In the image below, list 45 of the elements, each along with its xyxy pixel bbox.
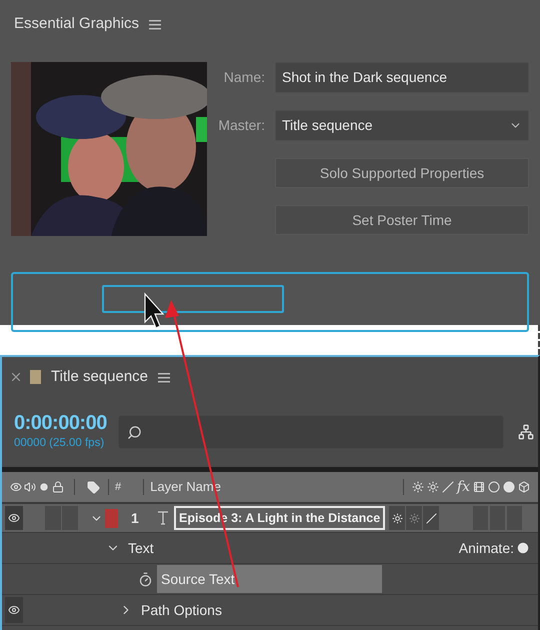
- label-icon: [87, 480, 100, 494]
- layer-number: 1: [131, 508, 140, 528]
- column-header: fx: [456, 478, 470, 496]
- sun-icon: [408, 512, 420, 524]
- column-header: #: [115, 480, 122, 495]
- tab-title[interactable]: Title sequence: [51, 366, 148, 388]
- visibility-toggle[interactable]: [5, 597, 23, 623]
- drop-target-field[interactable]: [102, 285, 284, 313]
- property-name[interactable]: Source Text: [157, 565, 382, 593]
- timecode[interactable]: 0:00:00:00: [14, 411, 118, 436]
- property-group-label[interactable]: Path Options: [141, 600, 222, 620]
- quality-switch[interactable]: [423, 506, 440, 530]
- field-label: Name:: [222, 68, 265, 87]
- search-field[interactable]: [118, 415, 504, 449]
- dot-icon: [40, 483, 48, 491]
- composition-icon: [30, 370, 41, 384]
- panel-button[interactable]: Solo Supported Properties: [275, 158, 529, 188]
- drop-zone[interactable]: [11, 272, 529, 332]
- panel-button[interactable]: Set Poster Time: [275, 205, 529, 235]
- sun-icon: [392, 512, 403, 524]
- lock-icon: [52, 481, 64, 493]
- name-field[interactable]: Shot in the Dark sequence: [275, 62, 529, 93]
- eye-icon: [8, 512, 20, 524]
- frame-info: 00000 (25.00 fps): [14, 436, 106, 452]
- label-color-swatch[interactable]: [105, 508, 118, 528]
- master-dropdown[interactable]: Title sequence: [275, 110, 529, 141]
- eye-icon: [10, 481, 22, 493]
- flowchart-icon[interactable]: [518, 424, 534, 440]
- menu-icon[interactable]: [158, 372, 170, 382]
- animate-label: Animate:: [458, 538, 514, 558]
- visibility-toggle[interactable]: [5, 506, 23, 530]
- speaker-icon: [24, 481, 36, 493]
- cube-icon: [518, 481, 530, 493]
- text-layer-icon: [157, 511, 169, 525]
- close-icon[interactable]: [12, 373, 20, 381]
- panel-title: Essential Graphics: [14, 14, 140, 34]
- field-label: Master:: [217, 116, 265, 135]
- property-group-label[interactable]: Text: [128, 538, 154, 558]
- shy-switch[interactable]: [389, 506, 406, 530]
- collapse-switch[interactable]: [406, 506, 422, 530]
- eye-icon: [8, 604, 20, 616]
- slash-icon: [426, 512, 437, 524]
- search-icon: [127, 424, 142, 440]
- stopwatch-icon[interactable]: [138, 572, 153, 586]
- menu-icon[interactable]: [149, 18, 162, 30]
